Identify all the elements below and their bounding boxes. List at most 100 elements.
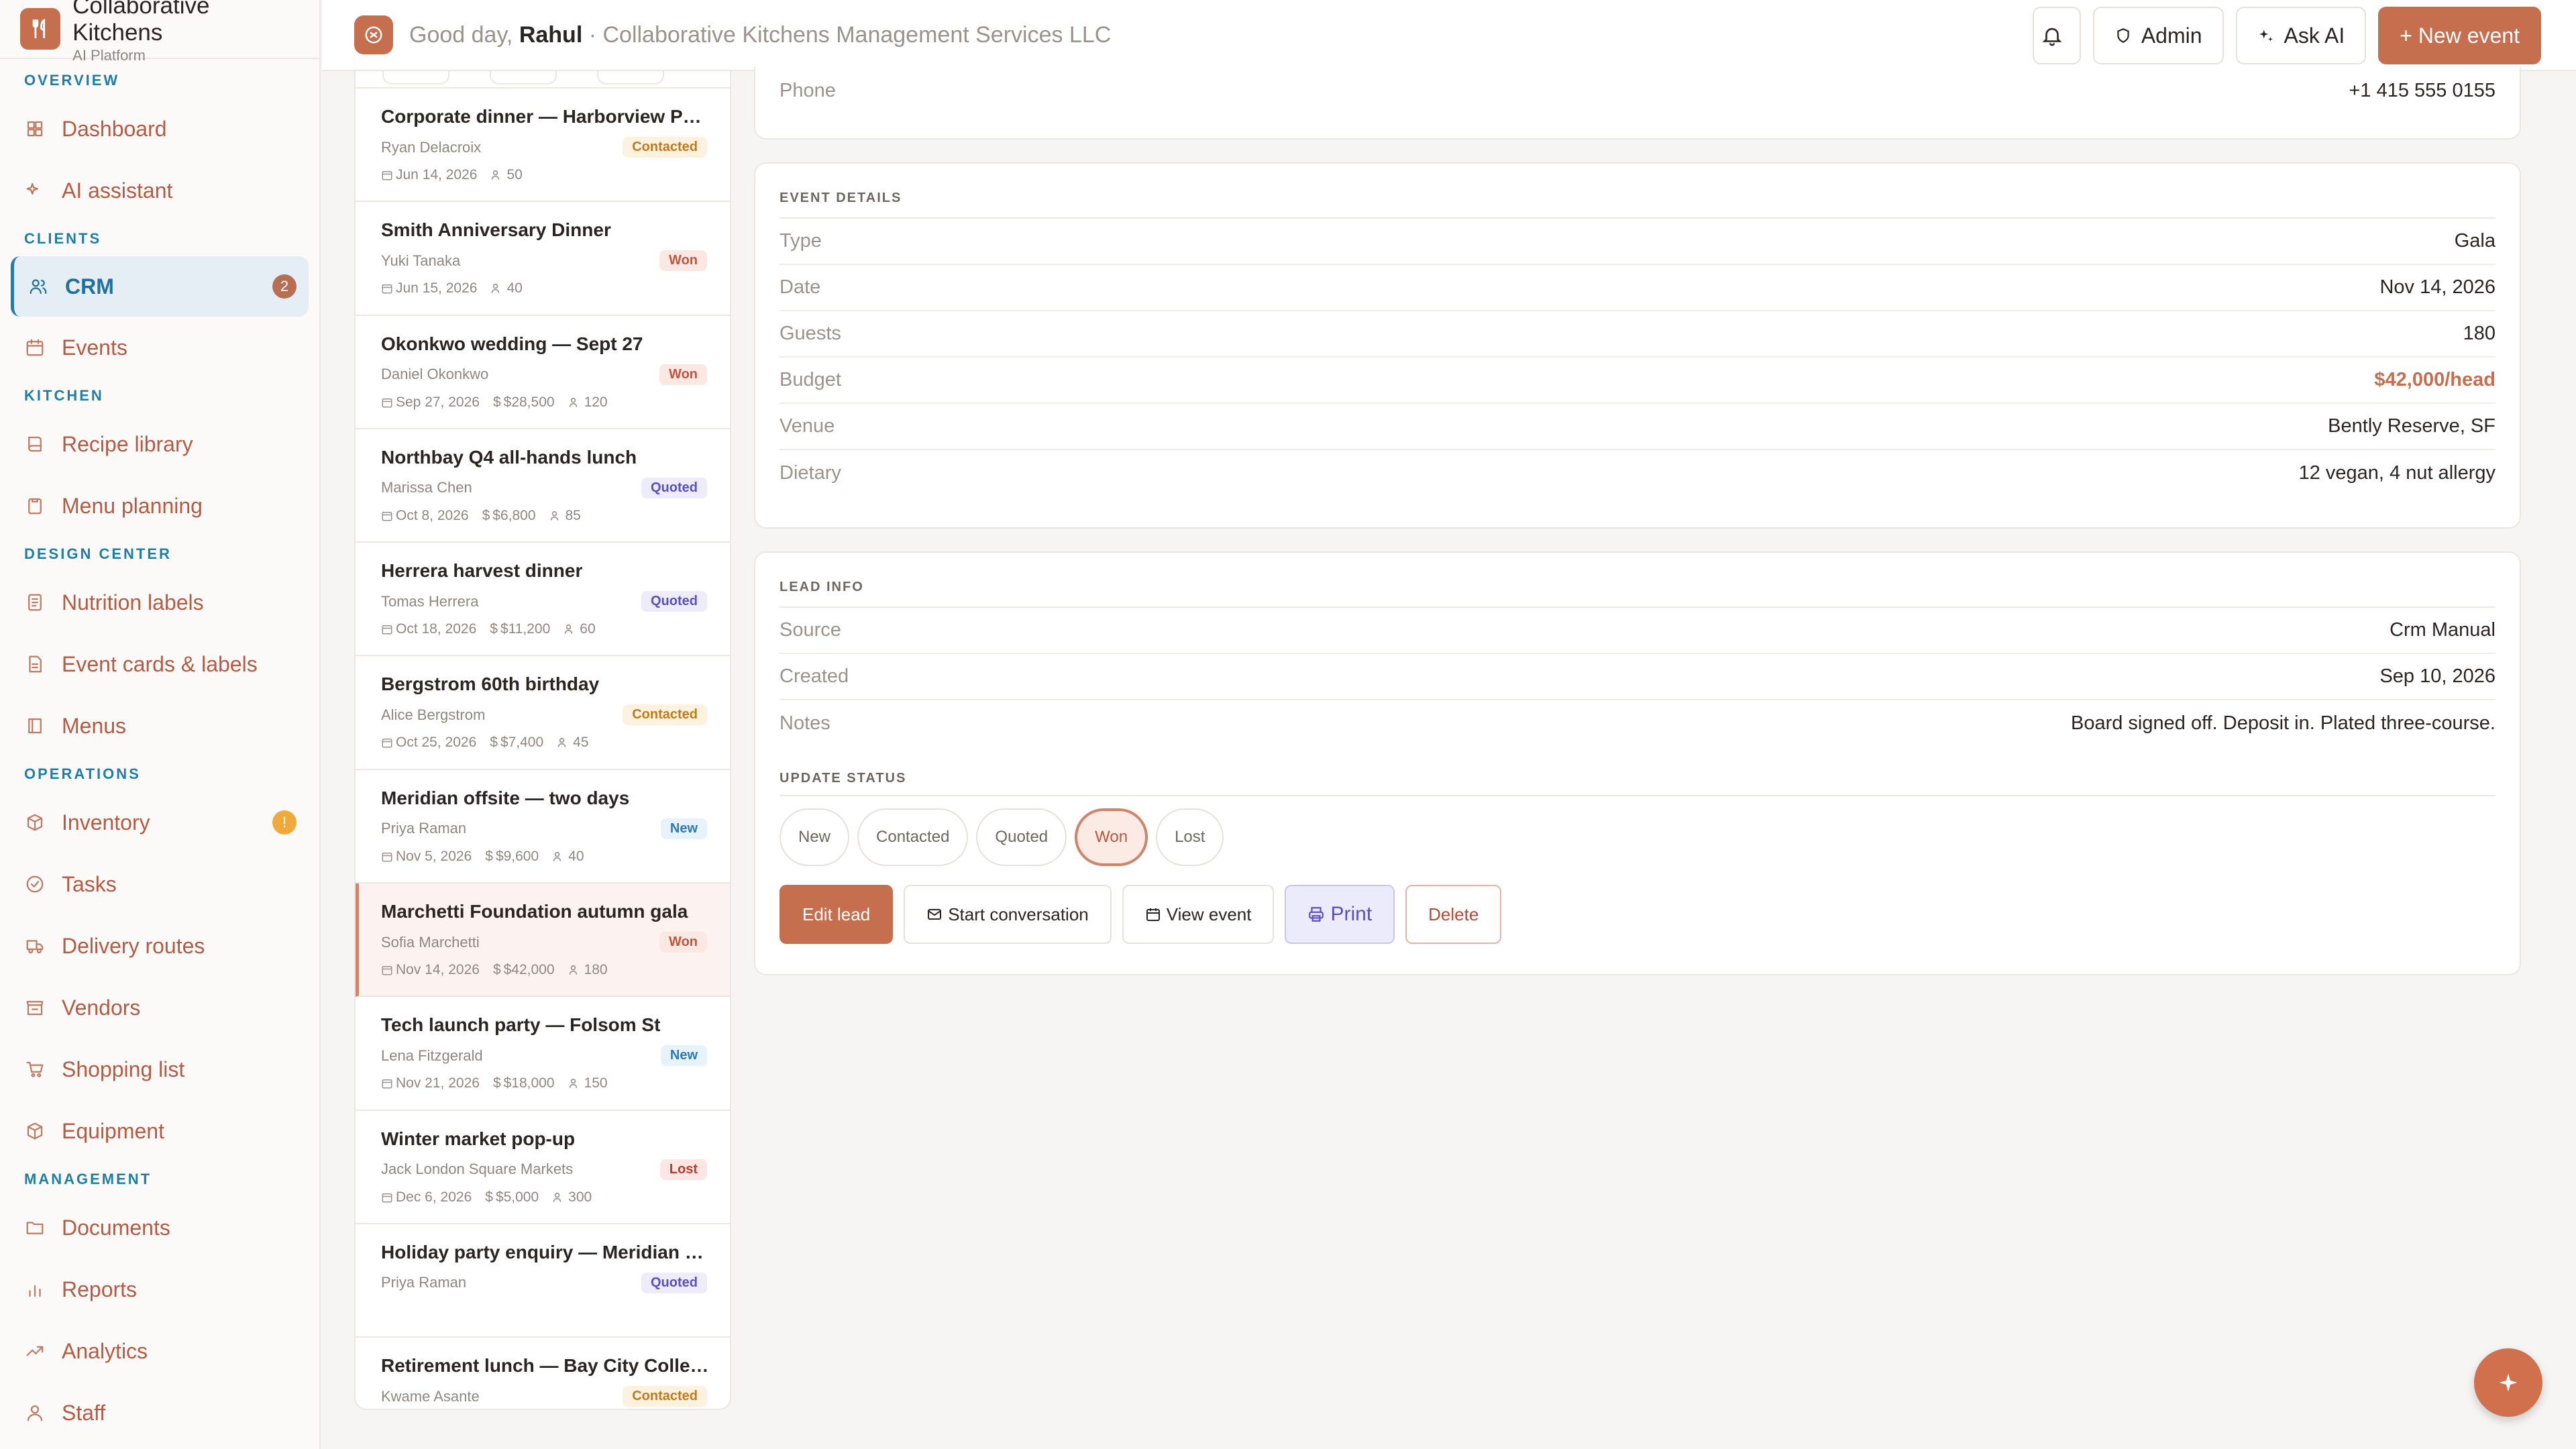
lead-guests-text: 180 (584, 962, 608, 978)
lead-date-text: Dec 6, 2026 (396, 1189, 472, 1205)
view-event-button[interactable]: View event (1122, 885, 1275, 944)
status-pill-won[interactable]: Won (1075, 808, 1148, 866)
lead-list-item[interactable]: Retirement lunch — Bay City College Kwam… (356, 1338, 730, 1409)
lead-guests-text: 45 (573, 735, 589, 751)
lead-guests: 60 (564, 621, 596, 637)
sidebar-item-inventory[interactable]: Inventory! (0, 792, 319, 853)
lead-client: Priya Raman (381, 1274, 467, 1291)
calendar-icon (382, 398, 392, 408)
sidebar-item-equipment[interactable]: Equipment (0, 1100, 319, 1162)
lead-list-item[interactable]: Tech launch party — Folsom St Lena Fitzg… (356, 997, 730, 1111)
lead-list-item[interactable]: Okonkwo wedding — Sept 27 Daniel Okonkwo… (356, 316, 730, 429)
sidebar-item-staff[interactable]: Staff (0, 1382, 319, 1444)
sidebar-item-menus[interactable]: Menus (0, 695, 319, 757)
sidebar-item-nutrition-labels[interactable]: Nutrition labels (0, 572, 319, 633)
sidebar-item-delivery-routes[interactable]: Delivery routes (0, 915, 319, 977)
lead-list-item[interactable]: Herrera harvest dinner Tomas Herrera Quo… (356, 543, 730, 657)
sidebar-item-crm[interactable]: CRM 2 (11, 256, 309, 317)
lead-guests-text: 150 (584, 1075, 608, 1091)
lead-info-heading: LEAD INFO (780, 553, 2496, 608)
lead-list-item[interactable]: Winter market pop-up Jack London Square … (356, 1111, 730, 1224)
status-pills: New Contacted Quoted Won Lost (780, 808, 2496, 866)
ai-assistant-fab[interactable] (2474, 1348, 2542, 1417)
admin-button[interactable]: Admin (2092, 7, 2224, 64)
sidebar-item-shopping-list[interactable]: Shopping list (0, 1038, 319, 1100)
users-icon (553, 1192, 561, 1202)
sidebar-item-ai-assistant[interactable]: AI assistant (0, 160, 319, 221)
status-pill-new[interactable]: New (780, 808, 850, 866)
edit-lead-button[interactable]: Edit lead (780, 885, 894, 944)
lead-meta: Oct 8, 2026 $ $6,800 85 (381, 508, 707, 524)
calendar-icon (382, 284, 392, 294)
dollar-icon: $ (490, 621, 498, 637)
status-badge: Quoted (641, 591, 707, 612)
start-conversation-button[interactable]: Start conversation (904, 885, 1112, 944)
lead-list-item[interactable]: Smith Anniversary Dinner Yuki Tanaka Won… (356, 202, 730, 316)
sidebar-item-label: Recipe library (62, 431, 193, 456)
calendar-icon (382, 625, 392, 635)
mail-icon (928, 909, 942, 920)
lead-title: Meridian offsite — two days (381, 787, 630, 808)
lead-amount-text: $7,400 (500, 735, 544, 751)
lead-date-text: Nov 21, 2026 (396, 1075, 480, 1091)
detail-value: Sep 10, 2026 (2379, 665, 2496, 687)
lead-title: Okonkwo wedding — Sept 27 (381, 333, 643, 354)
sidebar-item-event-cards-labels[interactable]: Event cards & labels (0, 633, 319, 695)
detail-value: 180 (2463, 323, 2496, 344)
notifications-button[interactable] (2032, 7, 2081, 64)
lead-list-item[interactable]: Bergstrom 60th birthday Alice Bergstrom … (356, 656, 730, 770)
lead-client: Sofia Marchetti (381, 933, 480, 951)
brand[interactable]: Collaborative Kitchens AI Platform (0, 0, 319, 64)
lead-list-item[interactable]: Holiday party enquiry — Meridian Labs Pr… (356, 1224, 730, 1338)
detail-label: Dietary (780, 462, 841, 484)
lead-date-text: Oct 25, 2026 (396, 735, 477, 751)
ask-ai-button[interactable]: Ask AI (2235, 7, 2367, 64)
lead-client: Alice Bergstrom (381, 706, 486, 723)
sidebar-item-label: Nutrition labels (62, 590, 204, 614)
box-icon (24, 812, 46, 833)
lead-amount-text: $6,800 (492, 507, 536, 523)
ask-ai-label: Ask AI (2284, 23, 2345, 48)
lead-list-item[interactable]: Marchetti Foundation autumn gala Sofia M… (356, 883, 730, 998)
sidebar-item-vendors[interactable]: Vendors (0, 977, 319, 1038)
lead-title: Marchetti Foundation autumn gala (381, 901, 688, 922)
status-badge: Contacted (623, 704, 707, 726)
dollar-icon: $ (482, 507, 490, 523)
sidebar-item-dashboard[interactable]: Dashboard (0, 98, 319, 160)
phone-value[interactable]: +1 415 555 0155 (2349, 80, 2496, 102)
brand-subtitle: AI Platform (72, 47, 146, 64)
lead-list-item[interactable]: Corporate dinner — Harborview Partners R… (356, 89, 730, 203)
truck-icon (24, 935, 46, 957)
lead-list-item[interactable]: Northbay Q4 all-hands lunch Marissa Chen… (356, 429, 730, 543)
lead-guests-text: 120 (584, 394, 608, 410)
start-conversation-label: Start conversation (948, 904, 1089, 924)
lead-amount: $ $42,000 (493, 962, 555, 978)
new-event-button[interactable]: + New event (2378, 7, 2541, 64)
status-pill-quoted[interactable]: Quoted (976, 808, 1067, 866)
detail-label: Date (780, 276, 821, 298)
calendar-icon (382, 1193, 392, 1203)
users-icon (550, 511, 558, 521)
status-pill-lost[interactable]: Lost (1156, 808, 1224, 866)
sidebar-item-events[interactable]: Events (0, 317, 319, 378)
sidebar-item-analytics[interactable]: Analytics (0, 1320, 319, 1382)
sidebar-item-menu-planning[interactable]: Menu planning (0, 475, 319, 537)
brand-logo-icon (20, 8, 61, 50)
lead-list-item[interactable]: Meridian offsite — two days Priya Raman … (356, 770, 730, 884)
detail-label: Source (780, 619, 841, 641)
users-icon (569, 397, 577, 407)
status-pill-contacted[interactable]: Contacted (857, 808, 969, 866)
delete-button[interactable]: Delete (1405, 885, 1502, 944)
sidebar-item-recipe-library[interactable]: Recipe library (0, 413, 319, 475)
lead-title: Corporate dinner — Harborview Partners (381, 106, 710, 127)
print-button[interactable]: Print (1285, 885, 1395, 944)
nav-section-title: OPERATIONS (24, 765, 141, 782)
lead-date: Oct 18, 2026 (381, 621, 476, 637)
sidebar-item-reports[interactable]: Reports (0, 1258, 319, 1320)
detail-label: Notes (780, 712, 830, 734)
users-icon (492, 284, 500, 294)
sidebar-item-documents[interactable]: Documents (0, 1197, 319, 1258)
lead-date: Oct 8, 2026 (381, 508, 469, 524)
sidebar-item-label: Event cards & labels (62, 651, 258, 676)
sidebar-item-tasks[interactable]: Tasks (0, 853, 319, 915)
